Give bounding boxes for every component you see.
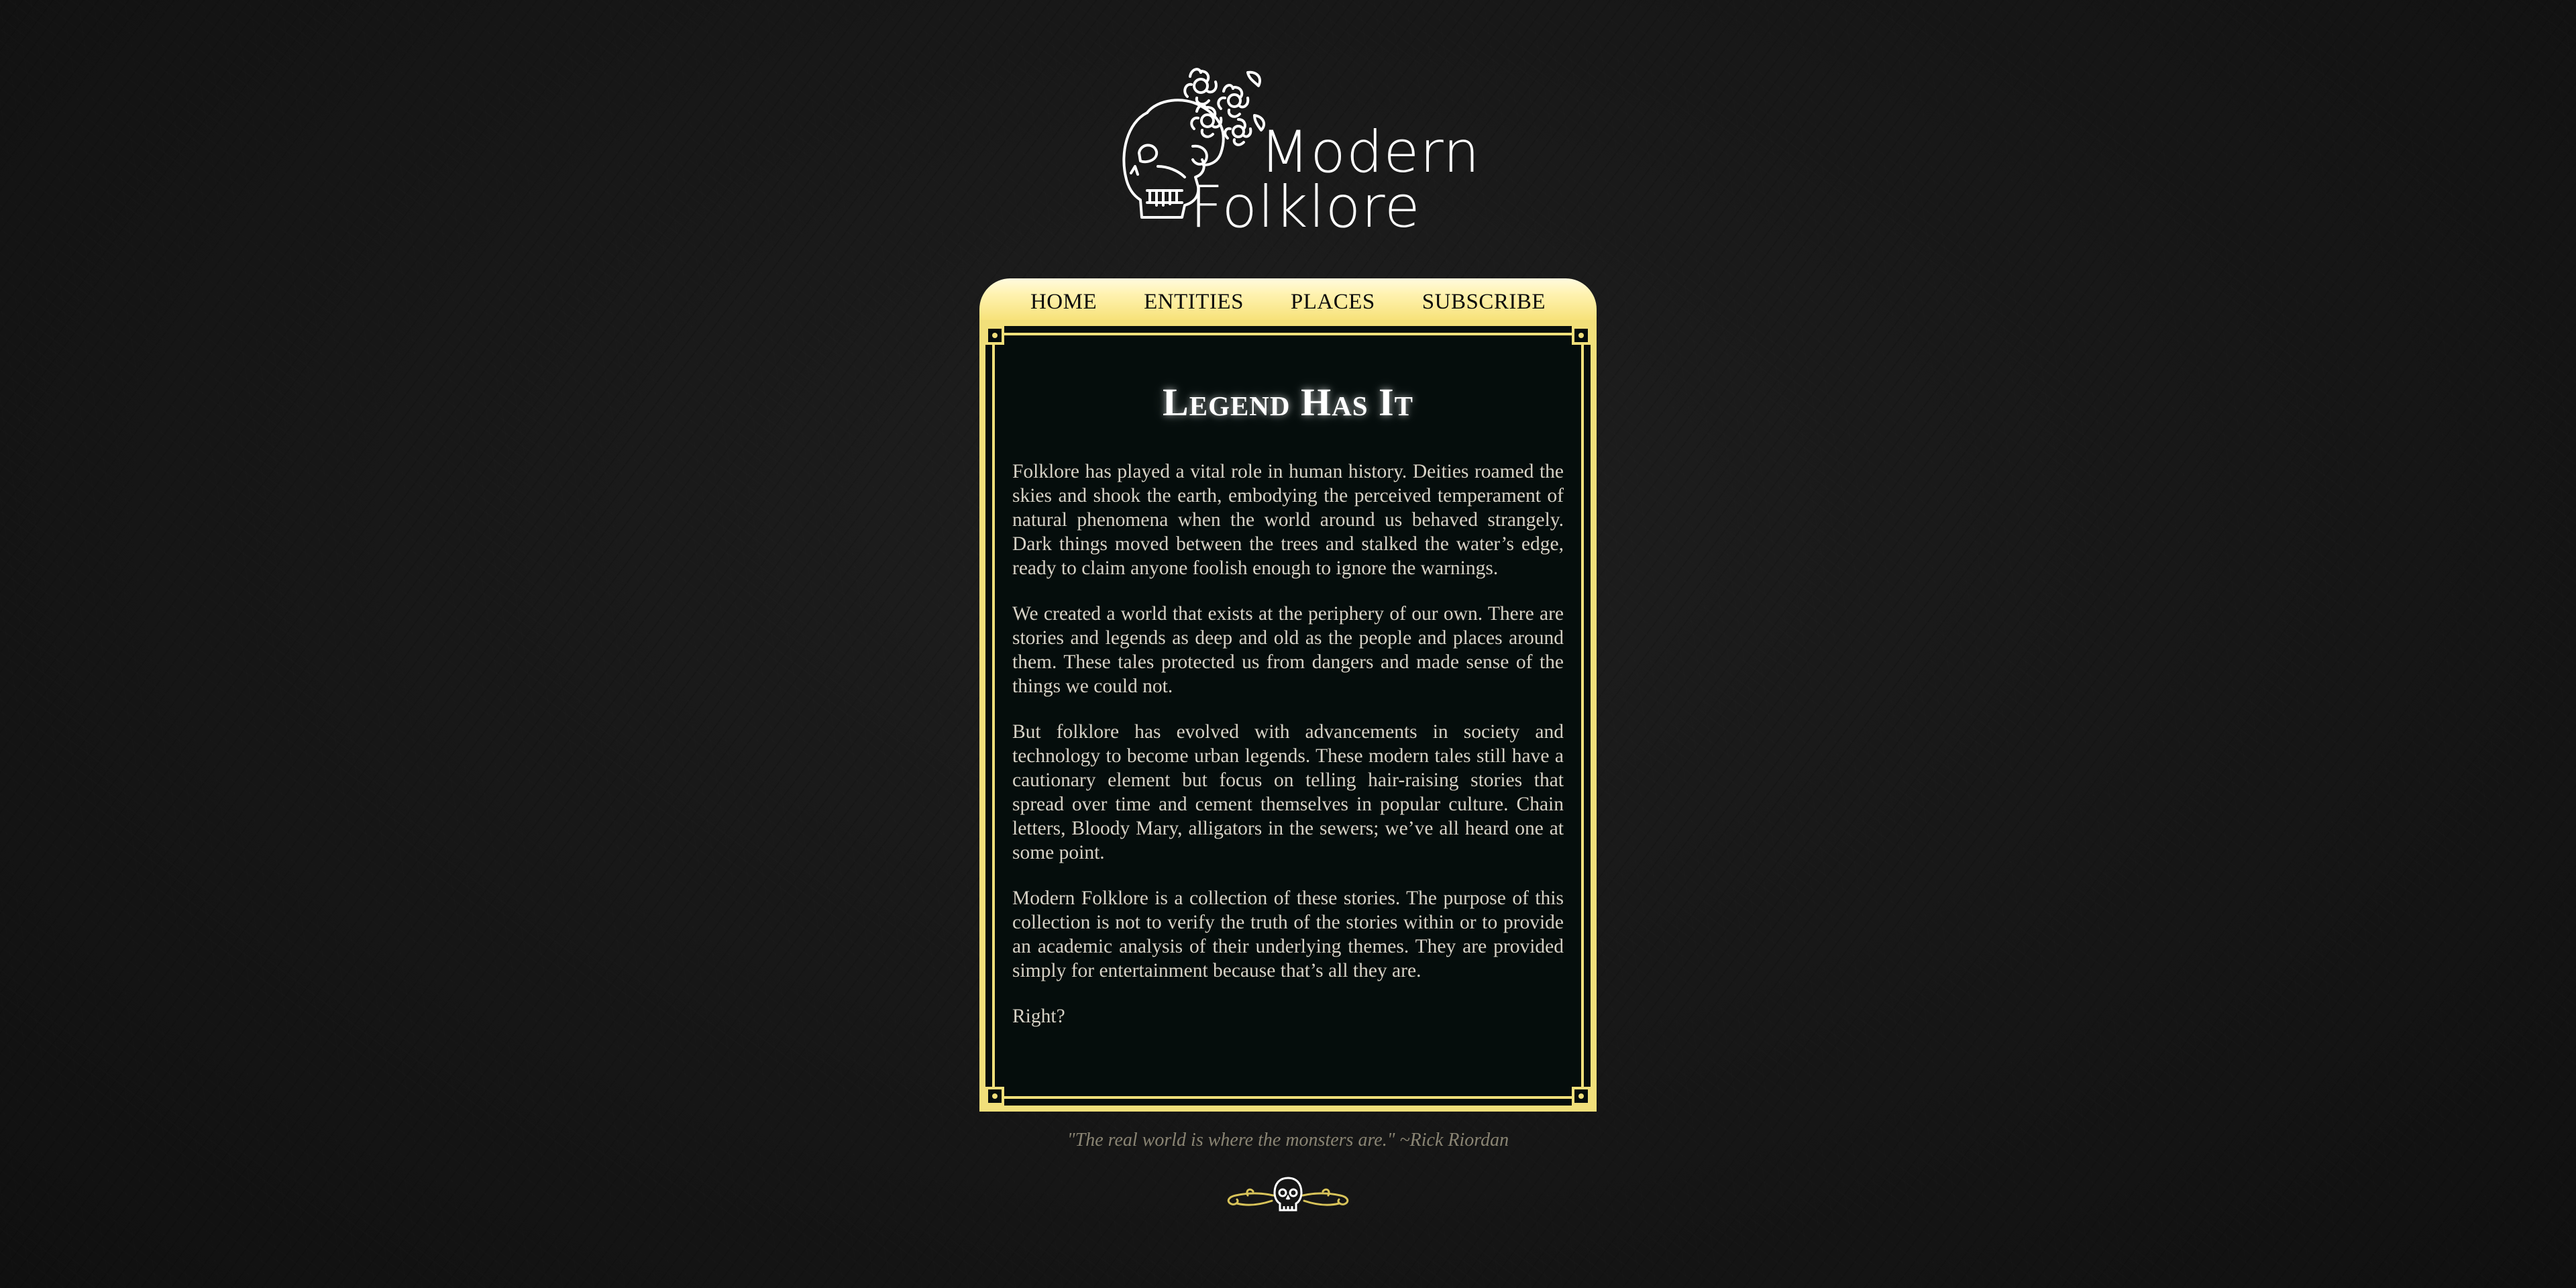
footer-quote: "The real world is where the monsters ar… bbox=[1067, 1130, 1509, 1150]
corner-ornament-bottom-right bbox=[1572, 1087, 1591, 1106]
nav-subscribe[interactable]: SUBSCRIBE bbox=[1422, 290, 1546, 315]
article-paragraph: We created a world that exists at the pe… bbox=[1012, 603, 1564, 697]
article-paragraph: But folklore has evolved with advancemen… bbox=[1012, 721, 1564, 863]
nav-entities[interactable]: ENTITIES bbox=[1144, 290, 1244, 315]
corner-ornament-top-right bbox=[1572, 326, 1591, 345]
nav-places[interactable]: PLACES bbox=[1291, 290, 1375, 315]
site-logo[interactable]: Modern Folklore bbox=[1120, 59, 1480, 241]
article-paragraph: Folklore has played a vital role in huma… bbox=[1012, 461, 1564, 579]
main-nav: HOME ENTITIES PLACES SUBSCRIBE bbox=[979, 278, 1597, 320]
corner-ornament-top-left bbox=[985, 326, 1004, 345]
article-paragraph: Right? bbox=[1012, 1006, 1065, 1027]
article-paragraph: Modern Folklore is a collection of these… bbox=[1012, 888, 1564, 981]
logo-word-folklore: Folklore bbox=[1190, 174, 1421, 241]
article-title: Legend Has It bbox=[1163, 380, 1413, 424]
nav-home[interactable]: HOME bbox=[1030, 290, 1097, 315]
logo-word-modern: Modern bbox=[1260, 119, 1481, 186]
corner-ornament-bottom-left bbox=[985, 1087, 1004, 1106]
content-card-inner: Legend Has It Folklore has played a vita… bbox=[983, 324, 1593, 1108]
article-content: Legend Has It Folklore has played a vita… bbox=[1012, 380, 1564, 1050]
skull-flourish-icon bbox=[1227, 1177, 1349, 1212]
content-card: Legend Has It Folklore has played a vita… bbox=[979, 320, 1597, 1112]
